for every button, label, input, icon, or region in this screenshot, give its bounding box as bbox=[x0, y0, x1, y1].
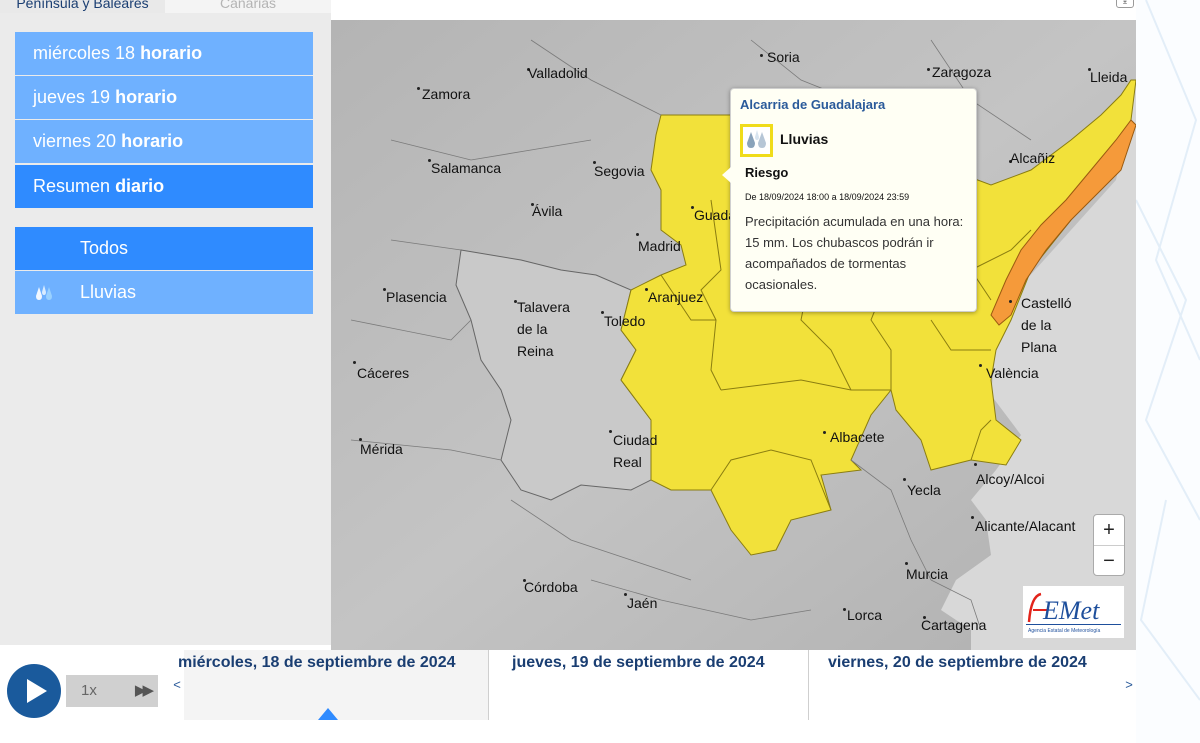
day-mode: diario bbox=[115, 176, 165, 196]
timeline-day-jueves[interactable]: jueves, 19 de septiembre de 2024 bbox=[489, 650, 809, 720]
day-button-resumen[interactable]: Resumen diario bbox=[15, 165, 313, 208]
city-label: Talavera de la Reina bbox=[517, 299, 570, 359]
city-dot bbox=[1009, 300, 1012, 303]
city-label: Cartagena bbox=[921, 617, 987, 633]
city-dot bbox=[823, 431, 826, 434]
city-label: Albacete bbox=[830, 429, 885, 445]
city-label: Jaén bbox=[627, 595, 658, 611]
warning-popup: Alcarria de Guadalajara Lluvias Riesgo D… bbox=[722, 88, 977, 312]
background-decoration bbox=[1136, 0, 1200, 743]
svg-text:EMet: EMet bbox=[1042, 596, 1100, 625]
day-label: miércoles 18 bbox=[33, 43, 136, 63]
filter-label: Todos bbox=[80, 238, 129, 258]
timeline-day-label: viernes, 20 de septiembre de 2024 bbox=[828, 654, 1087, 671]
city-dot bbox=[903, 478, 906, 481]
city-label: Castelló de la Plana bbox=[1021, 295, 1072, 355]
city-dot bbox=[353, 361, 356, 364]
day-button-miercoles[interactable]: miércoles 18 horario bbox=[15, 32, 313, 75]
city-label: Guadalajara bbox=[694, 207, 730, 223]
city-dot bbox=[609, 430, 612, 433]
timeline-current-marker bbox=[318, 708, 338, 720]
city-dot bbox=[843, 608, 846, 611]
day-label: viernes 20 bbox=[33, 131, 117, 151]
city-label: Yecla bbox=[907, 482, 941, 498]
city-dot bbox=[417, 87, 420, 90]
day-label: Resumen bbox=[33, 176, 111, 196]
popup-risk-label: Riesgo bbox=[745, 165, 789, 180]
city-label: Soria bbox=[767, 49, 800, 65]
download-icon[interactable]: ⤓ bbox=[1116, 0, 1134, 8]
day-label: jueves 19 bbox=[33, 87, 111, 107]
zoom-out-button[interactable]: − bbox=[1094, 545, 1124, 575]
zoom-in-button[interactable]: + bbox=[1094, 515, 1124, 545]
city-label: Ciudad Real bbox=[613, 432, 658, 470]
city-label: Madrid bbox=[638, 238, 681, 254]
popup-zone-title: Alcarria de Guadalajara bbox=[740, 97, 886, 112]
city-label: Ávila bbox=[532, 203, 563, 219]
fast-forward-icon[interactable]: ▶▶ bbox=[135, 675, 154, 707]
timeline-next-button[interactable]: > bbox=[1122, 650, 1136, 720]
city-dot bbox=[927, 68, 930, 71]
day-button-viernes[interactable]: viernes 20 horario bbox=[15, 120, 313, 163]
city-label: Lorca bbox=[847, 607, 883, 623]
speed-value: 1x bbox=[81, 682, 97, 699]
speed-control[interactable]: 1x ▶▶ bbox=[66, 675, 158, 707]
rain-icon bbox=[36, 285, 52, 300]
city-dot bbox=[760, 54, 763, 57]
timeline-day-viernes[interactable]: viernes, 20 de septiembre de 2024 bbox=[809, 650, 1122, 720]
city-label: Segovia bbox=[594, 163, 645, 179]
city-label: Valladolid bbox=[528, 65, 588, 81]
city-label: Murcia bbox=[906, 566, 949, 582]
rain-icon bbox=[740, 124, 773, 157]
popup-event: Lluvias bbox=[780, 131, 829, 147]
city-label: Aranjuez bbox=[648, 289, 704, 305]
city-label: València bbox=[986, 365, 1039, 381]
filter-lluvias[interactable]: Lluvias bbox=[15, 271, 313, 314]
city-label: Plasencia bbox=[386, 289, 447, 305]
tab-peninsula[interactable]: Península y Baleares bbox=[0, 0, 165, 13]
city-label: Salamanca bbox=[431, 160, 502, 176]
day-button-jueves[interactable]: jueves 19 horario bbox=[15, 76, 313, 119]
city-label: Toledo bbox=[604, 313, 646, 329]
city-label: Cáceres bbox=[357, 365, 410, 381]
popup-time-range: De 18/09/2024 18:00 a 18/09/2024 23:59 bbox=[745, 192, 910, 202]
animation-player: 1x ▶▶ bbox=[0, 650, 170, 732]
aemet-logo-mark: EMet Agencia Estatal de Meteorología bbox=[1026, 592, 1121, 634]
zoom-control: + − bbox=[1093, 514, 1125, 576]
day-mode: horario bbox=[115, 87, 178, 107]
city-dot bbox=[979, 364, 982, 367]
day-mode: horario bbox=[140, 43, 203, 63]
timeline-day-label: jueves, 19 de septiembre de 2024 bbox=[512, 654, 765, 671]
region-tabs: Península y Baleares Canarias bbox=[0, 0, 331, 13]
city-label: Zamora bbox=[422, 86, 471, 102]
city-dot bbox=[974, 463, 977, 466]
filter-label: Lluvias bbox=[80, 282, 137, 302]
day-mode: horario bbox=[121, 131, 184, 151]
timeline-day-label: miércoles, 18 de septiembre de 2024 bbox=[178, 654, 456, 671]
filter-todos[interactable]: Todos bbox=[15, 227, 313, 270]
city-label: Alicante/Alacant bbox=[975, 518, 1076, 534]
city-label: Alcoy/Alcoi bbox=[976, 471, 1045, 487]
city-dot bbox=[971, 516, 974, 519]
play-button[interactable] bbox=[7, 664, 61, 718]
city-label: Mérida bbox=[360, 441, 403, 457]
left-panel: miércoles 18 horario jueves 19 horario v… bbox=[0, 13, 331, 645]
popup-description: Precipitación acumulada en una hora: 15 … bbox=[745, 214, 964, 292]
timeline: < miércoles, 18 de septiembre de 2024 ju… bbox=[170, 650, 1136, 720]
city-label: Zaragoza bbox=[932, 64, 992, 80]
city-label: Córdoba bbox=[524, 579, 578, 595]
aemet-logo[interactable]: EMet Agencia Estatal de Meteorología bbox=[1023, 586, 1124, 638]
tab-canarias[interactable]: Canarias bbox=[165, 0, 331, 13]
city-label: Alcañiz bbox=[1010, 150, 1056, 166]
city-label: Lleida bbox=[1090, 69, 1128, 85]
svg-text:Agencia Estatal de Meteorologí: Agencia Estatal de Meteorología bbox=[1028, 628, 1100, 634]
